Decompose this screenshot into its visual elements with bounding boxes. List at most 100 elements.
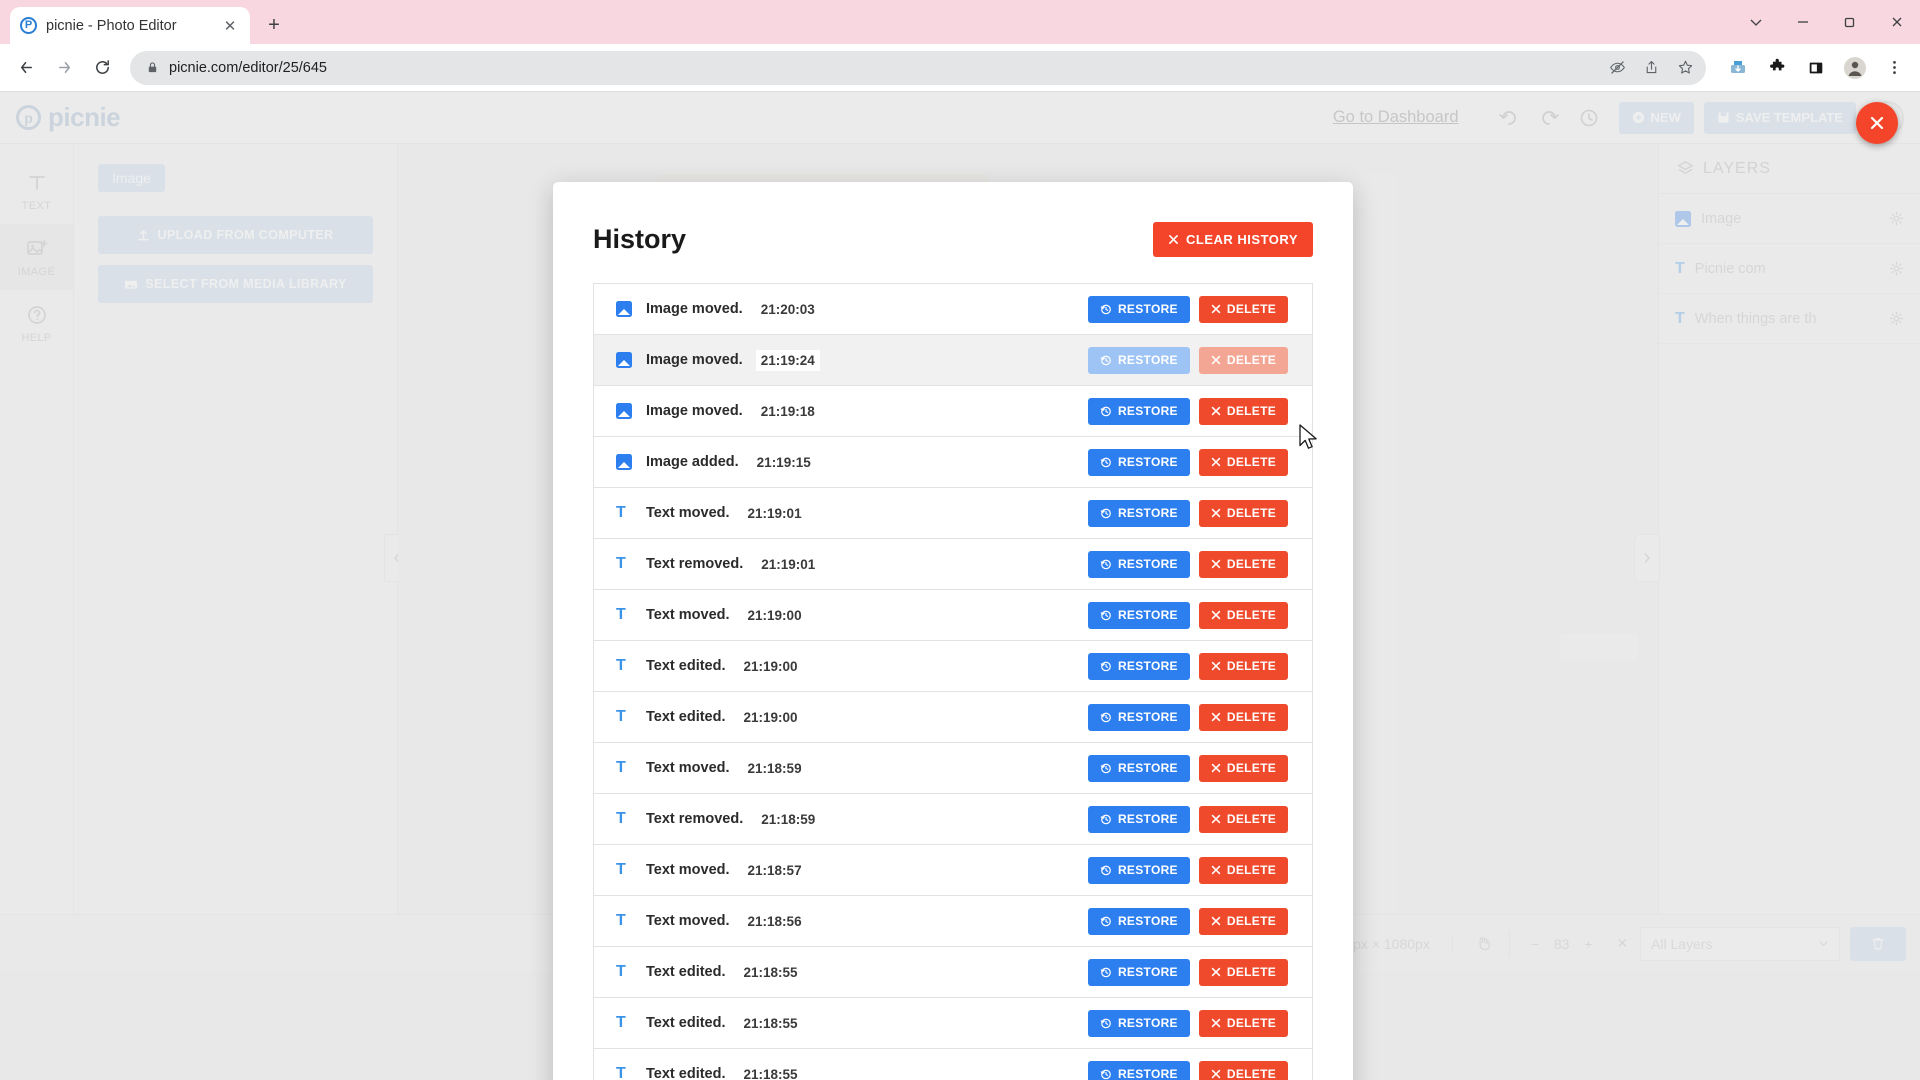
delete-button[interactable]: DELETE <box>1198 1009 1288 1037</box>
history-row-timestamp: 21:19:01 <box>747 505 802 521</box>
delete-button[interactable]: DELETE <box>1198 652 1288 680</box>
delete-button-label: DELETE <box>1226 404 1276 418</box>
delete-button[interactable]: DELETE <box>1198 550 1288 578</box>
close-icon <box>1211 406 1221 416</box>
restore-button[interactable]: RESTORE <box>1087 601 1190 629</box>
history-row[interactable]: T Text moved. 21:18:59 RESTORE DELETE <box>594 743 1312 794</box>
clear-history-label: CLEAR HISTORY <box>1186 232 1298 247</box>
history-row[interactable]: T Text removed. 21:18:59 RESTORE DELETE <box>594 794 1312 845</box>
history-row-label: Text moved. <box>646 913 730 929</box>
eye-off-icon[interactable] <box>1602 53 1632 83</box>
delete-button[interactable]: DELETE <box>1198 907 1288 935</box>
tab-close-icon[interactable]: ✕ <box>220 16 240 36</box>
close-icon <box>1211 610 1221 620</box>
maximize-icon[interactable] <box>1826 0 1873 44</box>
restore-button-label: RESTORE <box>1117 557 1178 571</box>
new-tab-button[interactable]: + <box>259 10 289 40</box>
history-row-timestamp: 21:18:59 <box>761 811 816 827</box>
delete-button-label: DELETE <box>1226 965 1276 979</box>
restore-button-label: RESTORE <box>1117 659 1178 673</box>
restore-button[interactable]: RESTORE <box>1087 1009 1190 1037</box>
close-icon <box>1211 712 1221 722</box>
restore-button[interactable]: RESTORE <box>1087 805 1190 833</box>
restore-button[interactable]: RESTORE <box>1087 652 1190 680</box>
close-editor-button[interactable] <box>1856 102 1898 144</box>
delete-button[interactable]: DELETE <box>1198 805 1288 833</box>
history-row[interactable]: T Text moved. 21:18:56 RESTORE DELETE <box>594 896 1312 947</box>
delete-button[interactable]: DELETE <box>1198 397 1288 425</box>
delete-button[interactable]: DELETE <box>1198 448 1288 476</box>
history-row-actions: RESTORE DELETE <box>1087 499 1288 527</box>
delete-button[interactable]: DELETE <box>1198 601 1288 629</box>
bookmark-star-icon[interactable] <box>1670 53 1700 83</box>
history-row[interactable]: T Text edited. 21:18:55 RESTORE DELETE <box>594 1049 1312 1080</box>
restore-button-label: RESTORE <box>1117 455 1178 469</box>
close-icon <box>1211 508 1221 518</box>
restore-button[interactable]: RESTORE <box>1087 907 1190 935</box>
address-bar[interactable]: picnie.com/editor/25/645 <box>130 50 1706 85</box>
clear-history-button[interactable]: CLEAR HISTORY <box>1153 222 1313 257</box>
close-icon <box>1211 916 1221 926</box>
history-row[interactable]: T Text moved. 21:18:57 RESTORE DELETE <box>594 845 1312 896</box>
sidepanel-icon[interactable] <box>1798 50 1834 86</box>
history-row[interactable]: T Text edited. 21:18:55 RESTORE DELETE <box>594 998 1312 1049</box>
history-row[interactable]: T Text moved. 21:19:00 RESTORE DELETE <box>594 590 1312 641</box>
restore-button[interactable]: RESTORE <box>1087 1060 1190 1080</box>
history-row[interactable]: T Text edited. 21:19:00 RESTORE DELETE <box>594 641 1312 692</box>
history-row[interactable]: T Text moved. 21:19:01 RESTORE DELETE <box>594 488 1312 539</box>
restore-button[interactable]: RESTORE <box>1087 397 1190 425</box>
history-row[interactable]: Image moved. 21:19:18 RESTORE DELETE <box>594 386 1312 437</box>
reload-icon[interactable] <box>84 50 120 86</box>
restore-clock-icon <box>1100 813 1112 825</box>
extensions-puzzle-icon[interactable] <box>1759 50 1795 86</box>
history-modal-header: History CLEAR HISTORY <box>593 222 1313 257</box>
restore-button[interactable]: RESTORE <box>1087 958 1190 986</box>
delete-button[interactable]: DELETE <box>1198 754 1288 782</box>
forward-arrow-icon[interactable] <box>46 50 82 86</box>
delete-button[interactable]: DELETE <box>1198 958 1288 986</box>
history-row[interactable]: Image moved. 21:20:03 RESTORE DELETE <box>594 284 1312 335</box>
history-row[interactable]: T Text edited. 21:19:00 RESTORE DELETE <box>594 692 1312 743</box>
restore-button[interactable]: RESTORE <box>1087 703 1190 731</box>
window-controls <box>1732 0 1920 44</box>
delete-button[interactable]: DELETE <box>1198 856 1288 884</box>
restore-clock-icon <box>1100 354 1112 366</box>
restore-clock-icon <box>1100 915 1112 927</box>
profile-avatar[interactable] <box>1837 50 1873 86</box>
restore-clock-icon <box>1100 405 1112 417</box>
restore-button[interactable]: RESTORE <box>1087 856 1190 884</box>
delete-button[interactable]: DELETE <box>1198 295 1288 323</box>
history-row[interactable]: T Text removed. 21:19:01 RESTORE DELETE <box>594 539 1312 590</box>
back-arrow-icon[interactable] <box>8 50 44 86</box>
history-list: Image moved. 21:20:03 RESTORE DELETE Image m… <box>593 283 1313 1080</box>
history-row[interactable]: Image moved. 21:19:24 RESTORE DELETE <box>594 335 1312 386</box>
delete-button[interactable]: DELETE <box>1198 346 1288 374</box>
restore-button[interactable]: RESTORE <box>1087 448 1190 476</box>
chrome-menu-icon[interactable] <box>1876 50 1912 86</box>
restore-clock-icon <box>1100 609 1112 621</box>
restore-button[interactable]: RESTORE <box>1087 754 1190 782</box>
text-icon: T <box>616 1065 626 1080</box>
restore-button[interactable]: RESTORE <box>1087 499 1190 527</box>
history-row-timestamp: 21:18:55 <box>743 1066 798 1080</box>
delete-button[interactable]: DELETE <box>1198 1060 1288 1080</box>
printer-icon[interactable] <box>1720 50 1756 86</box>
history-row[interactable]: Image added. 21:19:15 RESTORE DELETE <box>594 437 1312 488</box>
restore-clock-icon <box>1100 762 1112 774</box>
history-row-label: Image moved. <box>646 301 743 317</box>
restore-button[interactable]: RESTORE <box>1087 550 1190 578</box>
restore-button[interactable]: RESTORE <box>1087 346 1190 374</box>
delete-button[interactable]: DELETE <box>1198 499 1288 527</box>
history-row-label: Image moved. <box>646 352 743 368</box>
browser-tab[interactable]: P picnie - Photo Editor ✕ <box>10 7 250 44</box>
delete-button[interactable]: DELETE <box>1198 703 1288 731</box>
history-row-actions: RESTORE DELETE <box>1087 346 1288 374</box>
close-window-icon[interactable] <box>1873 0 1920 44</box>
restore-button[interactable]: RESTORE <box>1087 295 1190 323</box>
share-icon[interactable] <box>1636 53 1666 83</box>
tab-search-icon[interactable] <box>1732 0 1779 44</box>
history-row-label: Text edited. <box>646 658 726 674</box>
minimize-icon[interactable] <box>1779 0 1826 44</box>
picnie-favicon-icon: P <box>20 17 37 34</box>
history-row[interactable]: T Text edited. 21:18:55 RESTORE DELETE <box>594 947 1312 998</box>
